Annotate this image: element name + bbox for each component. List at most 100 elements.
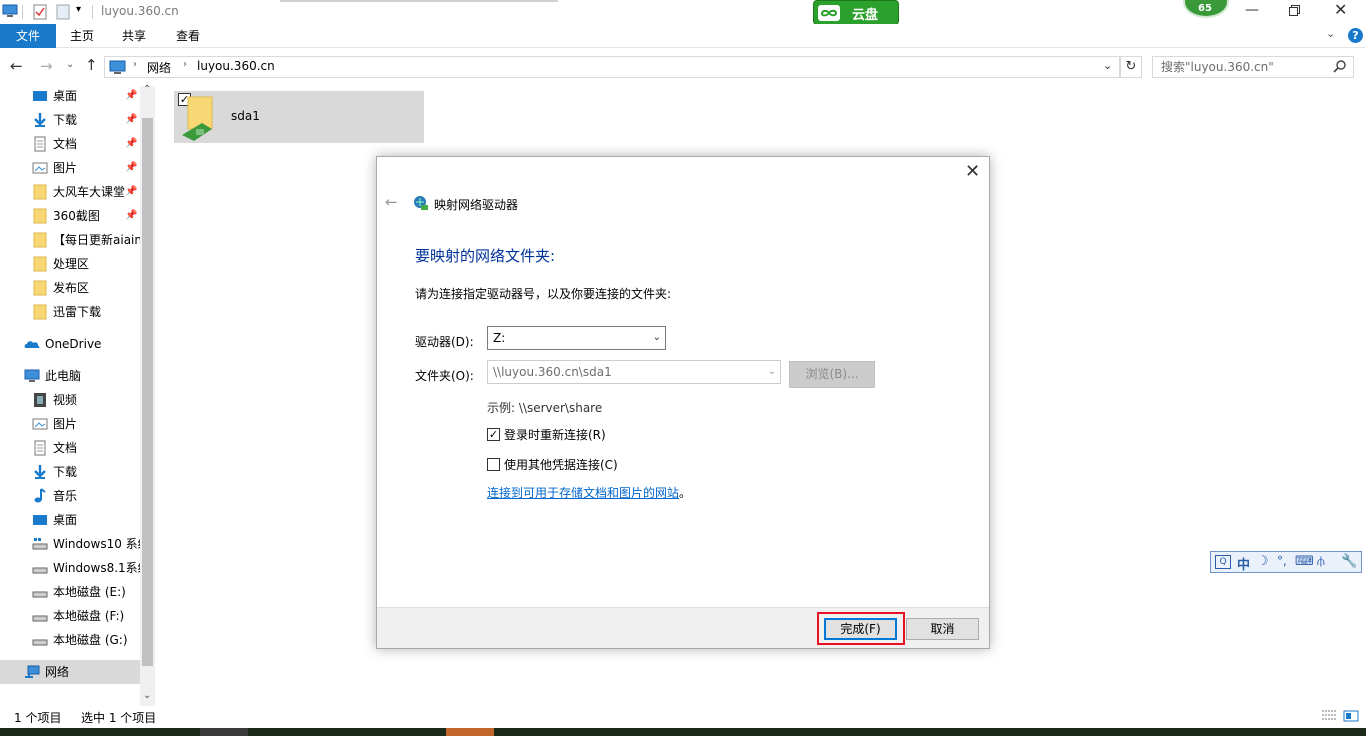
breadcrumb-network[interactable]: 网络	[147, 59, 171, 76]
sidebar-item-music[interactable]: 音乐	[0, 484, 140, 508]
sidebar-item-folder[interactable]: 大风车大课堂 📌	[0, 180, 140, 204]
ime-toolbar: Q 中 ☽ °, ⌨ ⫛ 🔧	[1210, 551, 1362, 573]
taskbar-app[interactable]	[200, 728, 248, 736]
minimize-icon[interactable]: —	[1245, 2, 1259, 18]
finish-button[interactable]: 完成(F)	[824, 618, 897, 640]
new-folder-icon[interactable]	[56, 4, 70, 20]
sidebar-item-folder[interactable]: 【每日更新aiain	[0, 228, 140, 252]
breadcrumb-host[interactable]: luyou.360.cn	[197, 59, 275, 73]
moon-icon[interactable]: ☽	[1257, 554, 1269, 569]
pin-icon[interactable]: 📌	[125, 204, 137, 228]
address-bar[interactable]: › 网络 › luyou.360.cn ⌄	[104, 56, 1120, 78]
sidebar-item-onedrive[interactable]: OneDrive	[0, 332, 140, 356]
file-item-sda1[interactable]: ✓ sda1	[174, 91, 424, 143]
map-network-drive-dialog: ✕ ← 映射网络驱动器 要映射的网络文件夹: 请为连接指定驱动器号，以及你要连接…	[376, 156, 990, 649]
sidebar-item-label: 【每日更新aiain	[53, 233, 140, 247]
tab-view[interactable]: 查看	[166, 24, 210, 48]
status-bar: 1 个项目 选中 1 个项目	[0, 706, 1366, 728]
sidebar-scroll-thumb[interactable]	[142, 118, 153, 666]
dialog-close-icon[interactable]: ✕	[965, 161, 980, 182]
sidebar-item-network[interactable]: 网络	[0, 660, 140, 684]
restore-icon[interactable]	[1289, 5, 1300, 16]
example-text: 示例: \\server\share	[487, 401, 603, 415]
other-credentials-checkbox[interactable]	[487, 458, 500, 471]
sidebar-item-folder[interactable]: 处理区	[0, 252, 140, 276]
sidebar-item-label: 音乐	[53, 489, 78, 503]
sidebar-item-downloads[interactable]: 下载	[0, 460, 140, 484]
sidebar-item-folder[interactable]: 发布区	[0, 276, 140, 300]
sidebar-item-pictures[interactable]: 图片	[0, 412, 140, 436]
scroll-up-icon[interactable]: ⌃	[143, 84, 151, 95]
sidebar-item-drive[interactable]: 本地磁盘 (E:)	[0, 580, 140, 604]
cloud-icon	[24, 341, 40, 348]
download-arrow-icon	[34, 465, 46, 479]
sidebar-item-drive[interactable]: 本地磁盘 (F:)	[0, 604, 140, 628]
sidebar-item-folder[interactable]: 360截图 📌	[0, 204, 140, 228]
sidebar-item-drive[interactable]: 本地磁盘 (G:)	[0, 628, 140, 652]
cancel-button[interactable]: 取消	[906, 618, 979, 640]
refresh-icon[interactable]: ↻	[1120, 56, 1142, 78]
taskbar-app[interactable]	[446, 728, 494, 736]
dialog-back-arrow-icon[interactable]: ←	[385, 193, 398, 211]
close-icon[interactable]: ✕	[1334, 0, 1347, 19]
cloud-drive-button[interactable]: 云盘	[813, 0, 899, 25]
sidebar-item-desktop[interactable]: 桌面 📌	[0, 84, 140, 108]
sidebar-item-documents[interactable]: 文档 📌	[0, 132, 140, 156]
settings-grid-icon[interactable]: ⫛	[1317, 554, 1325, 569]
properties-icon[interactable]	[33, 4, 47, 20]
sidebar-item-drive[interactable]: Windows10 系统	[0, 532, 140, 556]
folder-combobox[interactable]: \\luyou.360.cn\sda1 ⌄	[487, 360, 781, 384]
address-dropdown-icon[interactable]: ⌄	[1103, 59, 1112, 72]
search-icon[interactable]	[1333, 60, 1346, 73]
pin-icon[interactable]: 📌	[125, 156, 137, 180]
tab-share[interactable]: 共享	[112, 24, 156, 48]
drive-icon	[32, 615, 48, 622]
quick-access-dropdown-icon[interactable]: ▾	[76, 4, 81, 15]
pin-icon[interactable]: 📌	[125, 132, 137, 156]
up-arrow-icon[interactable]: ↑	[85, 56, 98, 74]
reconnect-checkbox[interactable]: ✓	[487, 428, 500, 441]
sidebar-item-drive[interactable]: Windows8.1系统	[0, 556, 140, 580]
back-arrow-icon[interactable]: ←	[10, 57, 23, 75]
other-credentials-label[interactable]: 使用其他凭据连接(C)	[504, 456, 618, 473]
ime-mode[interactable]: 中	[1237, 554, 1250, 573]
connect-website-link[interactable]: 连接到可用于存储文档和图片的网站	[487, 484, 679, 501]
drive-select-value: Z:	[493, 331, 506, 345]
pin-icon[interactable]: 📌	[125, 84, 137, 108]
pin-icon[interactable]: 📌	[125, 108, 137, 132]
sidebar-item-videos[interactable]: 视频	[0, 388, 140, 412]
forward-arrow-icon[interactable]: →	[40, 57, 53, 75]
punctuation-icon[interactable]: °,	[1277, 554, 1287, 568]
details-view-icon[interactable]	[1321, 709, 1337, 723]
search-input[interactable]: 搜索"luyou.360.cn"	[1152, 56, 1354, 78]
tab-file[interactable]: 文件	[0, 24, 56, 48]
sidebar-item-label: 桌面	[53, 89, 78, 103]
browse-button[interactable]: 浏览(B)...	[789, 361, 875, 388]
keyboard-icon[interactable]: ⌨	[1295, 554, 1314, 569]
sidebar-item-this-pc[interactable]: 此电脑	[0, 364, 140, 388]
folder-label: 文件夹(O):	[415, 369, 474, 383]
large-icons-view-icon[interactable]	[1343, 709, 1359, 723]
breadcrumb-separator-icon[interactable]: ›	[133, 59, 137, 70]
scroll-down-icon[interactable]: ⌄	[143, 690, 151, 701]
sidebar-item-pictures[interactable]: 图片 📌	[0, 156, 140, 180]
speed-badge[interactable]: 65	[1183, 0, 1229, 18]
sidebar-item-documents[interactable]: 文档	[0, 436, 140, 460]
tab-home[interactable]: 主页	[60, 24, 104, 48]
reconnect-label[interactable]: 登录时重新连接(R)	[504, 426, 606, 443]
ime-logo-icon[interactable]: Q	[1215, 555, 1231, 569]
recent-locations-icon[interactable]: ⌄	[66, 59, 74, 70]
sidebar-item-label: 下载	[53, 465, 78, 479]
help-icon[interactable]: ?	[1348, 28, 1363, 43]
sidebar-item-folder[interactable]: 迅雷下载	[0, 300, 140, 324]
wrench-icon[interactable]: 🔧	[1341, 554, 1357, 569]
pin-icon[interactable]: 📌	[125, 180, 137, 204]
breadcrumb-separator-icon[interactable]: ›	[183, 59, 187, 70]
sidebar-item-label: 图片	[53, 417, 78, 431]
sidebar-item-downloads[interactable]: 下载 📌	[0, 108, 140, 132]
drive-select[interactable]: Z: ⌄	[487, 326, 666, 350]
computer-icon[interactable]	[2, 4, 18, 18]
taskbar	[0, 728, 1366, 736]
sidebar-item-desktop[interactable]: 桌面	[0, 508, 140, 532]
ribbon-expand-icon[interactable]: ⌄	[1326, 27, 1335, 40]
